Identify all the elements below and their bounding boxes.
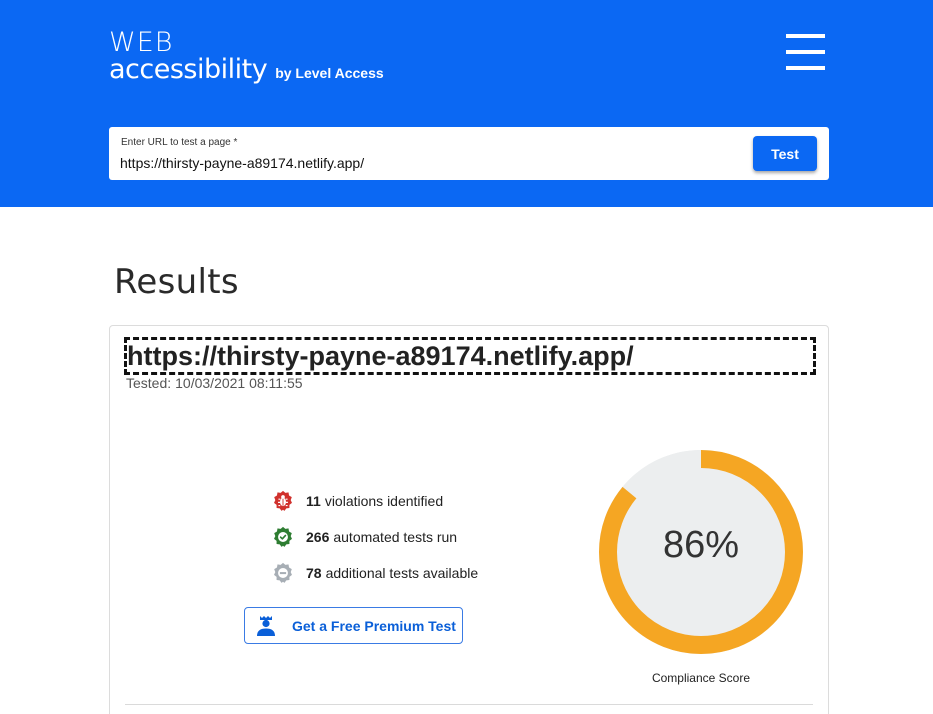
tested-label: Tested: — [126, 375, 172, 391]
check-badge-icon — [274, 526, 292, 547]
url-search-form: Enter URL to test a page * Test — [109, 127, 829, 180]
web-accessibility-logo[interactable]: WEB accessibility by Level Access — [109, 27, 384, 85]
additional-tests-count: 78 — [306, 565, 322, 581]
tests-run-count: 266 — [306, 529, 330, 545]
tested-timestamp: Tested: 10/03/2021 08:11:55 — [126, 375, 303, 391]
compliance-score-value: 86% — [662, 524, 740, 566]
logo-web-text: WEB — [109, 27, 174, 58]
url-input-label: Enter URL to test a page * — [121, 137, 238, 148]
tests-run-stat: 266 automated tests run — [272, 525, 457, 549]
url-input[interactable] — [120, 153, 740, 173]
results-heading: Results — [114, 262, 239, 302]
violations-stat: 11 violations identified — [272, 489, 443, 513]
card-divider — [125, 704, 813, 705]
user-badge-icon — [257, 615, 275, 636]
site-header: WEB accessibility by Level Access Enter U… — [0, 0, 933, 207]
free-premium-test-button[interactable]: Get a Free Premium Test — [244, 607, 463, 644]
logo-accessibility-text: accessibility — [109, 54, 268, 85]
result-url-heading[interactable]: https://thirsty-payne-a89174.netlify.app… — [124, 337, 816, 375]
violations-count: 11 — [306, 493, 321, 509]
minus-badge-icon — [274, 562, 292, 583]
tested-date: 10/03/2021 08:11:55 — [175, 375, 303, 391]
additional-tests-text: additional tests available — [325, 565, 479, 581]
bug-icon — [274, 490, 292, 511]
additional-tests-stat: 78 additional tests available — [272, 561, 478, 585]
tests-run-text: automated tests run — [333, 529, 458, 545]
result-card: https://thirsty-payne-a89174.netlify.app… — [109, 325, 829, 714]
violations-text: violations identified — [324, 493, 444, 509]
logo-by-text: by Level Access — [275, 65, 384, 81]
premium-button-label: Get a Free Premium Test — [292, 617, 456, 634]
test-button[interactable]: Test — [753, 136, 817, 171]
hamburger-menu-icon[interactable] — [786, 34, 826, 72]
compliance-score-caption: Compliance Score — [651, 671, 751, 685]
